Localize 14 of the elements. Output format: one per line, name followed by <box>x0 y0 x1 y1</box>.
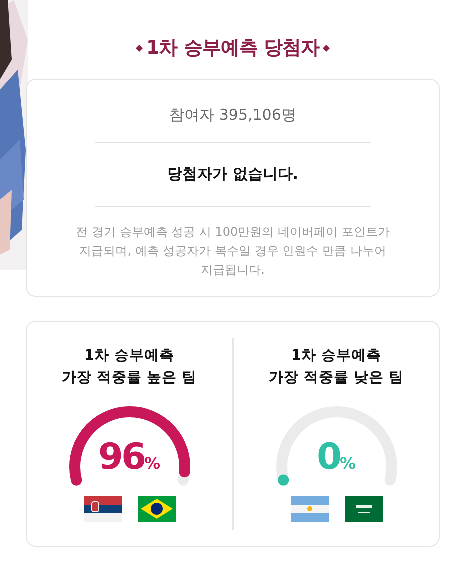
flag-icon <box>344 496 382 522</box>
participant-count: 참여자 395,106명 <box>168 104 298 126</box>
flag-icon <box>290 496 328 522</box>
flag-icon <box>138 496 176 522</box>
diamond-icon <box>136 44 143 52</box>
section-title: 1차 승부예측 당첨자 <box>146 36 320 61</box>
gauge-reading: 96% <box>98 440 161 476</box>
gauge-reading: 0% <box>316 440 356 476</box>
gauge-heading: 1차 승부예측 가장 적중률 낮은 팀 <box>268 347 406 388</box>
flag-icon <box>84 496 122 522</box>
gauge-heading: 1차 승부예측 가장 적중률 높은 팀 <box>60 347 198 388</box>
prize-note: 전 경기 승부예측 성공 시 100만원의 네이버페이 포인트가 지급되며, 예측 성공자가 복수일 경우 인원수 만큼 나누어 지급됩니다. <box>75 224 391 279</box>
diamond-icon <box>323 44 330 52</box>
winner-message: 당첨자가 없습니다. <box>166 164 300 185</box>
